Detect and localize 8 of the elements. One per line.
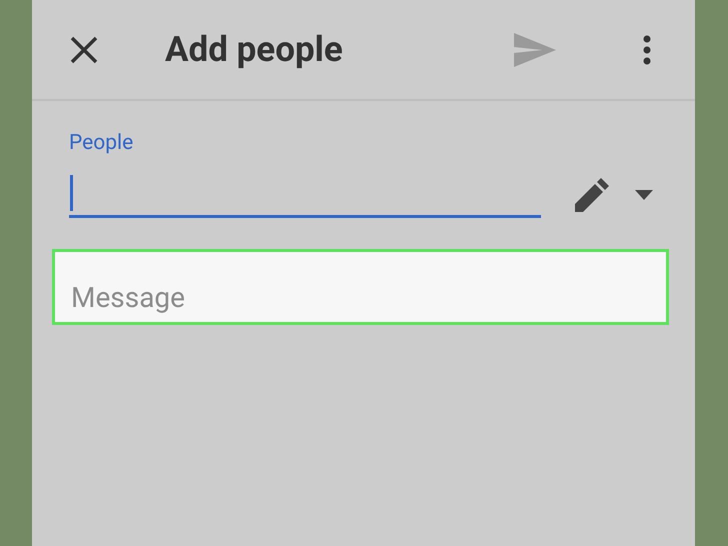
more-icon: [643, 34, 651, 64]
message-field[interactable]: Message: [52, 249, 669, 325]
close-icon: [70, 36, 98, 64]
dropdown-icon[interactable]: [635, 190, 653, 200]
send-icon: [514, 32, 556, 66]
screen-title: Add people: [165, 32, 343, 67]
pencil-icon[interactable]: [575, 178, 609, 212]
people-label: People: [69, 133, 134, 154]
